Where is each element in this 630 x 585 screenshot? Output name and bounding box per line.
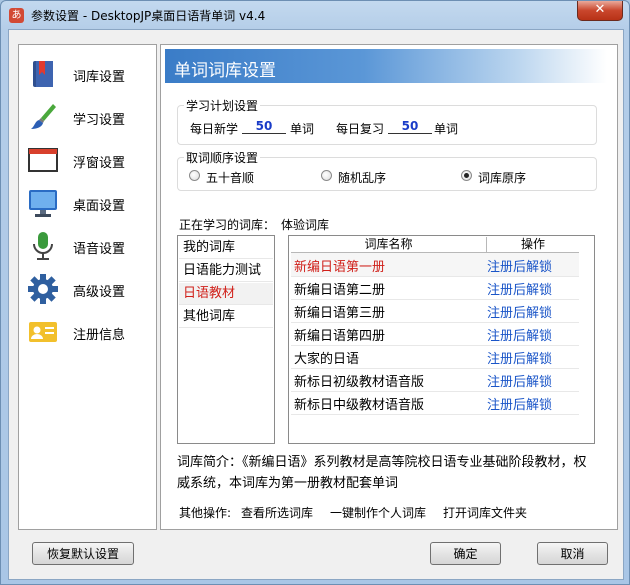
window-title: 参数设置 - DesktopJP桌面日语背单词 v4.4 (31, 9, 266, 23)
table-row[interactable]: 新编日语第三册 注册后解锁 (291, 299, 579, 323)
study-plan-group: 学习计划设置 每日新学 单词 每日复习 单词 (177, 97, 597, 145)
table-header: 词库名称 操作 (291, 237, 579, 253)
sidebar-item-label: 高级设置 (73, 285, 126, 300)
create-personal-library-link[interactable]: 一键制作个人词库 (330, 504, 426, 521)
radio-original-order-label: 词库原序 (478, 171, 527, 185)
sidebar-item-label: 浮窗设置 (73, 156, 126, 171)
radio-random[interactable] (321, 170, 332, 181)
cancel-button[interactable]: 取消 (537, 542, 608, 565)
library-settings-panel: 单词词库设置 学习计划设置 每日新学 单词 每日复习 单词 取词顺序设置 五十音… (160, 44, 618, 530)
sidebar-item-advanced[interactable]: 高级设置 (19, 270, 156, 308)
sidebar-item-label: 语音设置 (73, 242, 126, 257)
library-name: 大家的日语 (294, 352, 360, 367)
panel-header: 单词词库设置 (165, 49, 607, 83)
library-description: 词库简介：《新编日语》系列教材是高等院校日语专业基础阶段教材，权威系统，本词库为… (177, 455, 587, 491)
microphone-icon (33, 232, 53, 260)
book-icon (33, 61, 53, 87)
gear-icon (28, 274, 58, 304)
library-name: 新编日语第一册 (294, 260, 386, 275)
ok-button[interactable]: 确定 (430, 542, 501, 565)
column-header-action[interactable]: 操作 (487, 237, 579, 252)
client-area: 词库设置 学习设置 浮窗设置 桌面设置 语音设置 高级设置 注册信息 单词词库设… (8, 29, 624, 580)
unlock-link[interactable]: 注册后解锁 (487, 348, 552, 367)
daily-new-label: 每日新学 (190, 122, 239, 136)
library-name: 新编日语第四册 (294, 329, 386, 344)
library-name: 新标日初级教材语音版 (294, 375, 425, 390)
radio-gojuon-label: 五十音顺 (206, 171, 255, 185)
library-category-list[interactable]: 我的词库 日语能力测试 日语教材 其他词库 (177, 235, 275, 444)
daily-review-unit: 单词 (434, 122, 459, 136)
monitor-icon (29, 190, 57, 217)
radio-original-order[interactable] (461, 170, 472, 181)
open-library-folder-link[interactable]: 打开词库文件夹 (443, 504, 527, 521)
sidebar: 词库设置 学习设置 浮窗设置 桌面设置 语音设置 高级设置 注册信息 (18, 44, 157, 530)
unlock-link[interactable]: 注册后解锁 (487, 371, 552, 390)
daily-review-label: 每日复习 (336, 122, 385, 136)
daily-review-input[interactable] (388, 118, 432, 134)
table-row[interactable]: 新标日初级教材语音版 注册后解锁 (291, 368, 579, 392)
sidebar-item-registration[interactable]: 注册信息 (19, 313, 156, 351)
sidebar-item-library[interactable]: 词库设置 (19, 55, 156, 93)
sidebar-item-float-window[interactable]: 浮窗设置 (19, 141, 156, 179)
sidebar-item-label: 桌面设置 (73, 199, 126, 214)
category-my-libraries[interactable]: 我的词库 (179, 237, 273, 259)
restore-defaults-button[interactable]: 恢复默认设置 (32, 542, 134, 565)
table-row[interactable]: 新编日语第二册 注册后解锁 (291, 276, 579, 300)
library-name: 新编日语第二册 (294, 283, 386, 298)
sidebar-item-label: 注册信息 (73, 328, 126, 343)
sidebar-item-desktop[interactable]: 桌面设置 (19, 184, 156, 222)
table-row[interactable]: 新标日中级教材语音版 注册后解锁 (291, 391, 579, 415)
unlock-link[interactable]: 注册后解锁 (487, 325, 552, 344)
sidebar-item-label: 词库设置 (73, 70, 126, 85)
title-bar[interactable]: あ 参数设置 - DesktopJP桌面日语背单词 v4.4 ✕ (1, 1, 629, 29)
word-order-label: 取词顺序设置 (184, 149, 261, 166)
unlock-link[interactable]: 注册后解锁 (487, 256, 552, 275)
id-card-icon (29, 322, 57, 342)
radio-random-label: 随机乱序 (338, 171, 387, 185)
panel-title: 单词词库设置 (174, 61, 276, 81)
other-ops-label: 其他操作: (179, 506, 232, 520)
word-order-group: 取词顺序设置 五十音顺 随机乱序 词库原序 (177, 149, 597, 191)
library-table: 词库名称 操作 新编日语第一册 注册后解锁 新编日语第二册 注册后解锁 新编日语… (288, 235, 595, 444)
unlock-link[interactable]: 注册后解锁 (487, 302, 552, 321)
category-textbooks[interactable]: 日语教材 (179, 283, 273, 305)
daily-new-unit: 单词 (290, 122, 315, 136)
table-row[interactable]: 大家的日语 注册后解锁 (291, 345, 579, 369)
current-library-label: 正在学习的词库： (179, 218, 276, 232)
settings-window: あ 参数设置 - DesktopJP桌面日语背单词 v4.4 ✕ 词库设置 学习… (0, 0, 630, 585)
category-other[interactable]: 其他词库 (179, 306, 273, 328)
current-library-value: 体验词库 (281, 218, 330, 232)
column-header-name[interactable]: 词库名称 (291, 237, 487, 252)
window-icon (28, 148, 58, 172)
unlock-link[interactable]: 注册后解锁 (487, 394, 552, 413)
sidebar-item-label: 学习设置 (73, 113, 126, 128)
brush-icon (31, 104, 56, 129)
app-icon: あ (9, 8, 24, 23)
study-plan-label: 学习计划设置 (184, 97, 261, 114)
table-row[interactable]: 新编日语第四册 注册后解锁 (291, 322, 579, 346)
close-button[interactable]: ✕ (577, 1, 623, 21)
library-name: 新标日中级教材语音版 (294, 398, 425, 413)
table-row[interactable]: 新编日语第一册 注册后解锁 (291, 253, 579, 277)
sidebar-item-voice[interactable]: 语音设置 (19, 227, 156, 265)
sidebar-item-study[interactable]: 学习设置 (19, 98, 156, 136)
view-library-link[interactable]: 查看所选词库 (241, 504, 313, 521)
category-jlpt[interactable]: 日语能力测试 (179, 260, 273, 282)
unlock-link[interactable]: 注册后解锁 (487, 279, 552, 298)
library-name: 新编日语第三册 (294, 306, 386, 321)
radio-gojuon[interactable] (189, 170, 200, 181)
daily-new-input[interactable] (242, 118, 286, 134)
